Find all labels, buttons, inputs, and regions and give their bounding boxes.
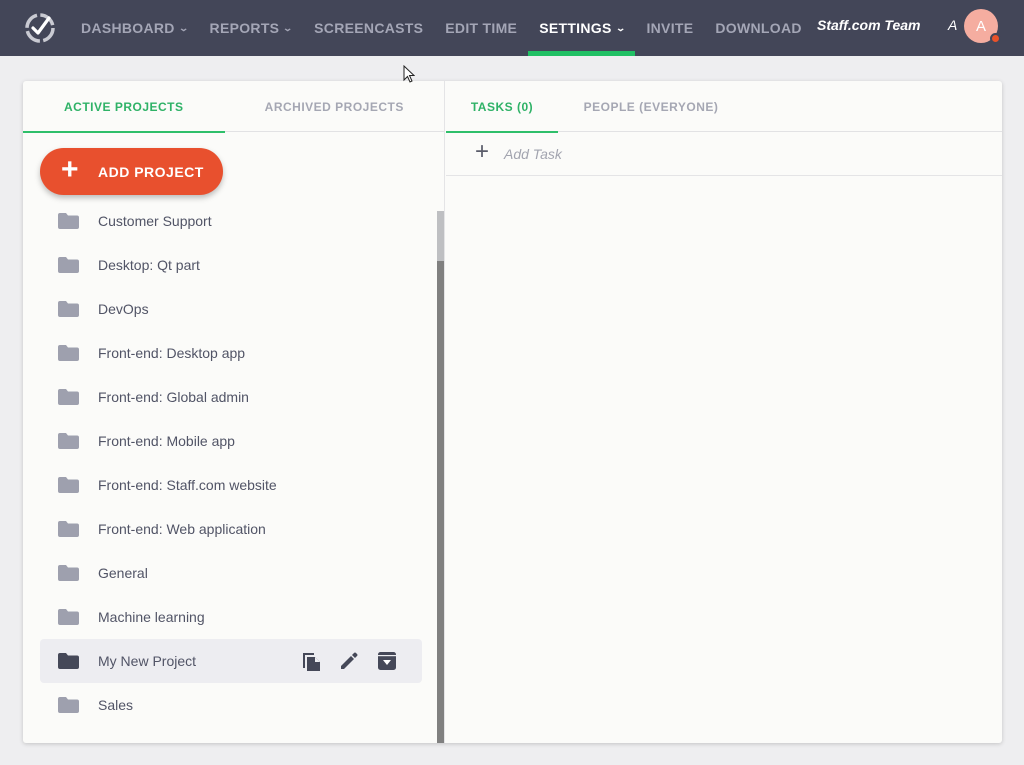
project-name: My New Project [98,653,197,669]
projects-panel: ACTIVE PROJECTS ARCHIVED PROJECTS + ADD … [23,81,445,743]
projects-tabs: ACTIVE PROJECTS ARCHIVED PROJECTS [23,81,444,133]
nav-edit-time-label: EDIT TIME [445,20,518,36]
nav-download-label: DOWNLOAD [715,20,802,36]
nav-screencasts[interactable]: SCREENCASTS [303,0,434,56]
nav-dashboard[interactable]: DASHBOARD ⌄ [70,0,199,56]
nav-reports[interactable]: REPORTS ⌄ [199,0,304,56]
folder-icon [58,345,79,361]
tab-tasks[interactable]: TASKS (0) [446,81,558,133]
project-list-item[interactable]: Front-end: Web application [40,507,422,551]
plus-icon: + [475,138,490,165]
plus-icon: + [61,153,79,186]
folder-icon [58,433,79,449]
folder-icon [58,477,79,493]
nav-settings-label: SETTINGS [539,20,612,36]
main-nav: DASHBOARD ⌄ REPORTS ⌄ SCREENCASTS EDIT TIM… [70,0,813,56]
nav-settings[interactable]: SETTINGS ⌄ [528,0,636,56]
folder-icon [58,697,79,713]
chevron-down-icon: ⌄ [615,22,627,33]
project-list-item[interactable]: Front-end: Global admin [40,375,422,419]
team-name-overflow: A [948,17,958,33]
mouse-cursor-icon [403,65,415,83]
folder-icon [58,301,79,317]
folder-icon [58,213,79,229]
tab-active-projects[interactable]: ACTIVE PROJECTS [23,81,225,133]
stopwatch-check-icon[interactable] [23,10,57,44]
avatar-letter: A [975,17,986,35]
project-name: Front-end: Mobile app [98,433,235,449]
folder-icon [58,609,79,625]
folder-icon [58,653,79,669]
project-name: Machine learning [98,609,205,625]
tab-people[interactable]: PEOPLE (EVERYONE) [558,81,744,132]
chevron-down-icon: ⌄ [178,22,190,33]
details-tabs: TASKS (0) PEOPLE (EVERYONE) [446,81,1002,133]
project-list-item[interactable]: General [40,551,422,595]
edit-pencil-icon[interactable] [338,650,360,672]
user-avatar[interactable]: A [964,9,1001,44]
nav-screencasts-label: SCREENCASTS [314,20,424,36]
nav-download[interactable]: DOWNLOAD [704,0,812,56]
add-project-button[interactable]: + ADD PROJECT [40,148,223,195]
project-name: General [98,565,148,581]
add-task-label: Add Task [504,146,562,162]
project-name: Desktop: Qt part [98,257,200,273]
folder-icon [58,389,79,405]
project-list-item[interactable]: DevOps [40,287,422,331]
nav-reports-label: REPORTS [209,20,280,36]
project-name: DevOps [98,301,149,317]
folder-icon [58,257,79,273]
nav-invite-label: INVITE [646,20,694,36]
add-project-label: ADD PROJECT [98,164,204,180]
nav-edit-time[interactable]: EDIT TIME [434,0,528,56]
nav-dashboard-label: DASHBOARD [81,20,175,36]
project-list-item[interactable]: Customer Support [40,199,422,243]
folder-icon [58,565,79,581]
project-list-item[interactable]: Front-end: Staff.com website [40,463,422,507]
team-name[interactable]: Staff.com Team [817,17,920,33]
project-name: Front-end: Web application [98,521,266,537]
project-list-item[interactable]: Front-end: Mobile app [40,419,422,463]
project-list-item[interactable]: My New Project [40,639,422,683]
project-list-item[interactable]: Desktop: Qt part [40,243,422,287]
project-actions [300,650,398,672]
project-name: Sales [98,697,134,713]
tab-archived-projects[interactable]: ARCHIVED PROJECTS [225,81,444,132]
scrollbar-thumb[interactable] [437,261,444,743]
project-list-item[interactable]: Machine learning [40,595,422,639]
project-details-panel: TASKS (0) PEOPLE (EVERYONE) + Add Task [446,81,1002,743]
project-name: Front-end: Global admin [98,389,249,405]
top-navigation-bar: DASHBOARD ⌄ REPORTS ⌄ SCREENCASTS EDIT TIM… [0,0,1024,56]
project-name: Front-end: Desktop app [98,345,246,361]
copy-icon[interactable] [300,650,322,672]
chevron-down-icon: ⌄ [282,22,294,33]
scrollbar-upper[interactable] [437,211,444,261]
projects-card: ACTIVE PROJECTS ARCHIVED PROJECTS + ADD … [23,81,1002,743]
project-name: Customer Support [98,213,212,229]
project-list-item[interactable]: Sales [40,683,422,727]
archive-icon[interactable] [376,650,398,672]
status-dot-icon [990,33,1001,44]
nav-invite[interactable]: INVITE [635,0,704,56]
add-task-row[interactable]: + Add Task [446,132,1002,176]
project-name: Front-end: Staff.com website [98,477,277,493]
project-list-item[interactable]: Front-end: Desktop app [40,331,422,375]
folder-icon [58,521,79,537]
